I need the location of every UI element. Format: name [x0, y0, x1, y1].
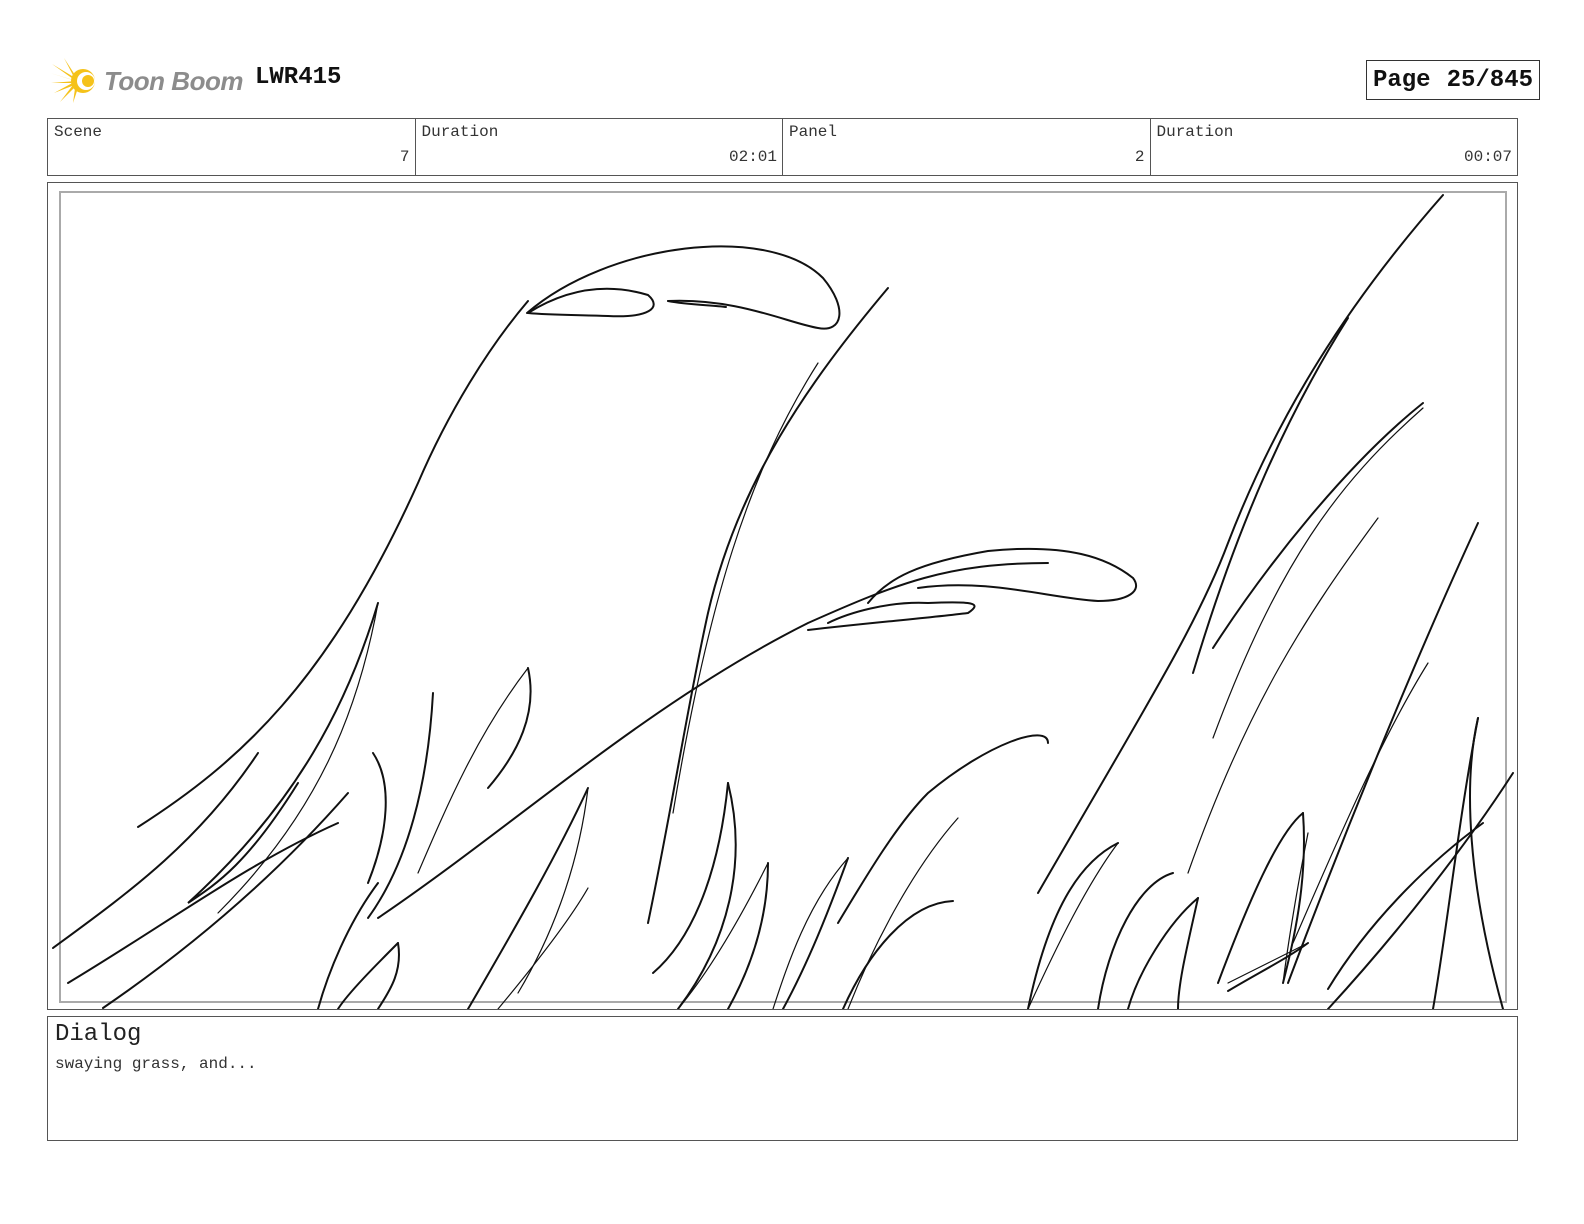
- dialog-title: Dialog: [55, 1021, 142, 1048]
- toon-boom-logo: Toon Boom: [50, 56, 243, 106]
- grass-sketch-drawing: [52, 194, 1514, 1009]
- dialog-box: Dialog swaying grass, and...: [47, 1016, 1518, 1141]
- panel-value: 2: [1134, 148, 1145, 166]
- panel-cell: Panel 2: [783, 119, 1151, 175]
- page-number: 25/845: [1446, 66, 1533, 94]
- panel-duration-label: Duration: [1156, 123, 1234, 141]
- storyboard-panel: [47, 182, 1518, 1010]
- page-label: Page: [1372, 66, 1431, 94]
- panel-duration-cell: Duration 00:07: [1151, 119, 1518, 175]
- panel-info-row: Scene 7 Duration 02:01 Panel 2 Duration …: [47, 118, 1518, 176]
- scene-label: Scene: [54, 123, 103, 141]
- scene-cell: Scene 7: [48, 119, 416, 175]
- dialog-text: swaying grass, and...: [55, 1055, 257, 1073]
- page-header: Toon Boom LWR415 Page 25/845: [50, 52, 1540, 110]
- scene-value: 7: [399, 148, 410, 166]
- logo-wordmark: Toon Boom: [104, 66, 243, 96]
- toon-boom-starburst-icon: [50, 58, 95, 103]
- panel-duration-value: 00:07: [1463, 148, 1512, 166]
- scene-duration-cell: Duration 02:01: [416, 119, 783, 175]
- project-code: LWR415: [255, 64, 342, 91]
- scene-duration-value: 02:01: [728, 148, 777, 166]
- page-indicator: Page 25/845: [1365, 60, 1540, 100]
- scene-duration-label: Duration: [421, 123, 499, 141]
- panel-label: Panel: [789, 123, 838, 141]
